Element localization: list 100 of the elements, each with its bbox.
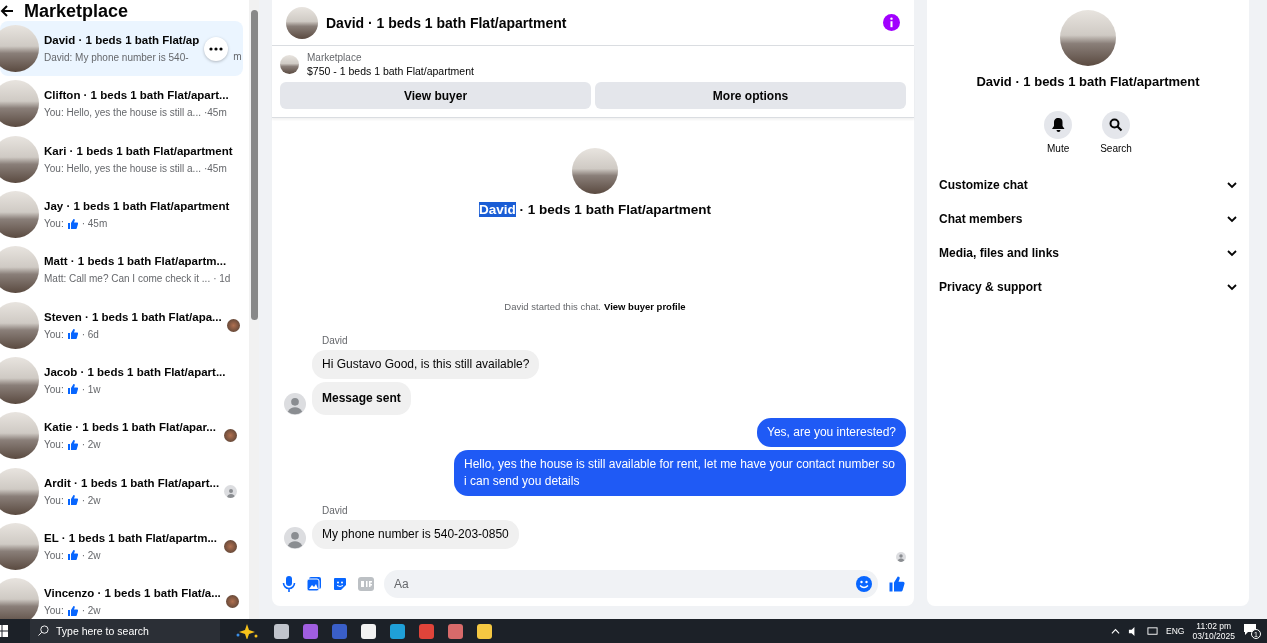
message-preview: You: (44, 604, 64, 618)
thumbs-up-icon (66, 438, 79, 451)
listing-photo-placeholder (0, 191, 39, 239)
message-time: · 1w (81, 382, 101, 396)
outgoing-message-bubble: Yes, are you interested? (757, 418, 906, 447)
chevron-icon[interactable] (1111, 626, 1121, 636)
message-time: · 1d (213, 272, 231, 286)
user-avatar-icon (896, 552, 906, 562)
message-time: ·45m (203, 106, 227, 120)
listing-photo-placeholder (0, 412, 39, 460)
chevron-icon (1227, 214, 1237, 224)
message-time: m (233, 51, 242, 63)
chevron-icon (1227, 248, 1237, 258)
incoming-message-bubble: Message sent (312, 382, 411, 415)
conversation-item[interactable]: Jay · 1 beds 1 bath Flat/apartment You: · 45m (0, 186, 243, 243)
listing-photo-placeholder (286, 6, 318, 39)
search-icon (38, 625, 49, 636)
info-icon[interactable] (883, 14, 900, 31)
listing-photo-placeholder (0, 135, 39, 183)
photo-gallery-icon (306, 576, 322, 592)
sparkle-icon[interactable] (234, 623, 260, 639)
listing-price-title: $750 - 1 beds 1 bath Flat/apartment (307, 65, 474, 77)
view-buyer-profile-link[interactable]: View buyer profile (604, 301, 686, 312)
listing-label: Marketplace (307, 52, 363, 63)
message-time: · 6d (81, 327, 99, 341)
listing-photo-placeholder (0, 467, 39, 515)
action-label: Mute (1047, 143, 1070, 154)
search-button[interactable] (1102, 111, 1130, 139)
conversation-title: Steven · 1 beds 1 bath Flat/apa... (44, 309, 222, 324)
listing-action-button[interactable]: View buyer (280, 82, 591, 109)
conversation-item[interactable]: Clifton · 1 beds 1 bath Flat/apart... You: Hello, yes the house is still a... ·45m (0, 76, 243, 132)
message-preview: You: (44, 382, 64, 396)
conversation-item[interactable]: Kari · 1 beds 1 bath Flat/apartment You: Hello, yes the house is still a... ·45m (0, 131, 243, 187)
listing-photo-placeholder (0, 301, 39, 349)
conversation-item[interactable]: Steven · 1 beds 1 bath Flat/apa... You: · 6d (0, 297, 243, 353)
message-input-field[interactable]: Aa (384, 570, 878, 598)
language-indicator[interactable]: ENG (1166, 626, 1185, 636)
store-icon[interactable] (361, 623, 376, 639)
listing-photo-placeholder (0, 578, 39, 619)
microphone-button[interactable] (282, 576, 296, 592)
sender-name: David (322, 335, 348, 346)
listing-photo-placeholder (0, 246, 39, 294)
action-label: Search (1100, 143, 1132, 154)
conversation-title: Clifton · 1 beds 1 bath Flat/apart... (44, 88, 229, 103)
details-section-toggle[interactable]: Customize chat (939, 168, 1237, 202)
thumbs-up-icon (66, 217, 79, 230)
details-section-toggle[interactable]: Chat members (939, 202, 1237, 236)
save-icon[interactable] (332, 623, 347, 639)
start-icon[interactable] (0, 625, 8, 637)
listing-photo-placeholder (0, 356, 39, 404)
conversation-title: Jacob · 1 beds 1 bath Flat/apart... (44, 364, 226, 379)
listing-photo-placeholder (280, 55, 299, 74)
more-options-button[interactable] (204, 36, 229, 61)
message-time: ·45m (203, 161, 227, 175)
mute-button[interactable] (1044, 111, 1073, 139)
bell-icon (1051, 118, 1065, 132)
details-section-toggle[interactable]: Privacy & support (939, 270, 1237, 304)
conversation-item[interactable]: David · 1 beds 1 bath Flat/ap David: My phone number is 540- m (0, 21, 243, 77)
conversation-title: Ardit · 1 beds 1 bath Flat/apart... (44, 475, 220, 490)
back-arrow-icon[interactable] (0, 4, 14, 18)
task-view-icon[interactable] (274, 623, 289, 639)
chevron-icon (1227, 180, 1237, 190)
chat-started-note: David started this chat. (504, 301, 601, 312)
like-button[interactable] (888, 575, 906, 593)
conversation-title: Vincenzo · 1 beds 1 bath Flat/a... (44, 586, 221, 601)
ellipsis-icon (209, 46, 224, 51)
browser-icon[interactable] (390, 623, 405, 639)
folder-icon[interactable] (477, 623, 492, 639)
message-preview: You: (44, 548, 64, 562)
conversation-title: Jay · 1 beds 1 bath Flat/apartment (44, 199, 230, 214)
user-avatar-icon (284, 393, 306, 415)
message-time: · 2w (81, 438, 101, 452)
search-icon (1109, 118, 1123, 132)
incoming-message-bubble: Hi Gustavo Good, is this still available? (312, 350, 540, 379)
app-icon[interactable] (303, 623, 318, 639)
thumbs-up-icon (66, 604, 79, 617)
message-preview: You: (44, 217, 64, 231)
emoji-icon[interactable] (856, 576, 872, 592)
browser-icon[interactable] (419, 623, 434, 639)
outgoing-message-bubble: Hello, yes the house is still available for rent, let me have your contact number so i can send you details (454, 450, 906, 496)
sender-name: David (322, 505, 348, 516)
details-section-toggle[interactable]: Media, files and links (939, 236, 1237, 270)
sticker-button[interactable] (332, 576, 348, 592)
network-icon[interactable] (1147, 625, 1159, 637)
message-time: · 2w (81, 493, 101, 507)
user-avatar-icon (284, 527, 306, 549)
conversation-item[interactable]: Matt · 1 beds 1 bath Flat/apartm... Matt: Call me? Can I come check it ... · 1d (0, 242, 243, 298)
conversation-item[interactable]: EL · 1 beds 1 bath Flat/apartm... You: · 2w (0, 518, 243, 574)
message-preview: You: (44, 438, 64, 452)
listing-action-button[interactable]: More options (595, 82, 906, 109)
conversation-title: Kari · 1 beds 1 bath Flat/apartment (44, 143, 233, 158)
taskbar-clock[interactable]: 11:02 pm 03/10/2025 (1192, 621, 1235, 641)
conversation-item[interactable]: Katie · 1 beds 1 bath Flat/apar... You: · 2w (0, 408, 243, 464)
app-icon[interactable] (448, 623, 463, 639)
conversation-item[interactable]: Ardit · 1 beds 1 bath Flat/apart... You: · 2w (0, 463, 243, 519)
taskbar-search-field[interactable]: Type here to search (30, 619, 220, 643)
photo-button[interactable] (306, 576, 322, 592)
scrollbar[interactable] (249, 0, 259, 619)
conversation-item[interactable]: Jacob · 1 beds 1 bath Flat/apart... You: · 1w (0, 352, 243, 409)
message-preview: You: (44, 327, 64, 341)
